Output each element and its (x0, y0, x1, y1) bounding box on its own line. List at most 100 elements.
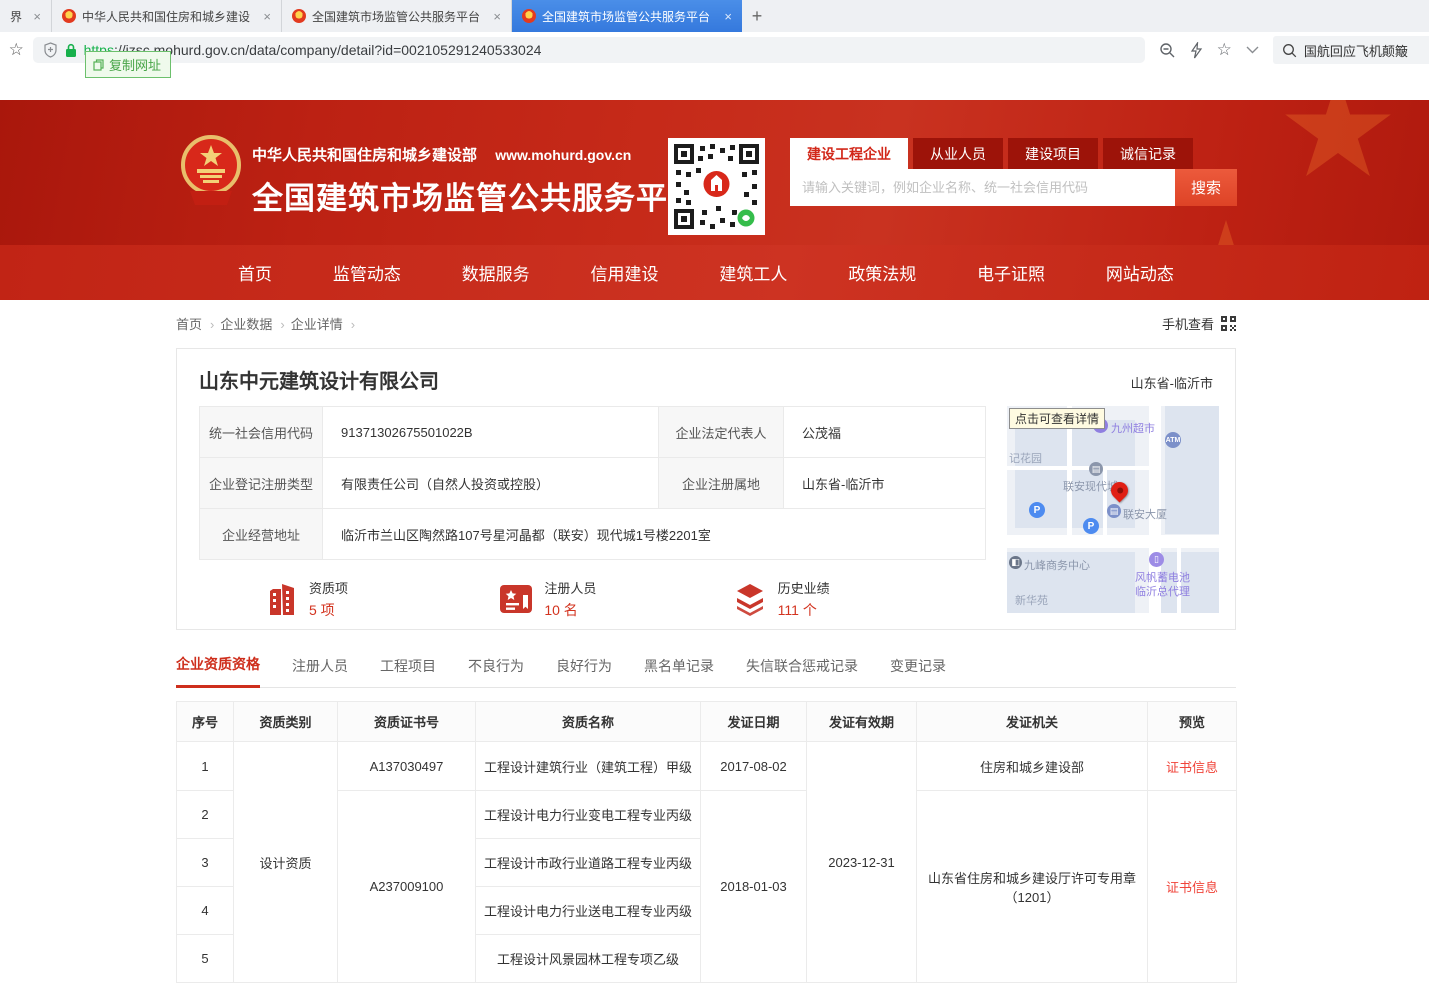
col-name: 资质名称 (476, 702, 701, 742)
banner-star-decoration (1283, 100, 1393, 186)
breadcrumb-enterprise-data[interactable]: 企业数据 (220, 314, 284, 333)
map-label-lianan-tower: 联安大厦 (1123, 506, 1167, 522)
nav-item-workers[interactable]: 建筑工人 (719, 260, 787, 285)
url-bar-actions: ☆ (1145, 40, 1273, 60)
nav-item-credit[interactable]: 信用建设 (591, 260, 659, 285)
company-summary-card: 山东中元建筑设计有限公司 山东省-临沂市 统一社会信用代码 9137130267… (176, 348, 1236, 630)
qr-code-icon (1221, 316, 1236, 331)
search-category-tabs: 建设工程企业 从业人员 建设项目 诚信记录 (790, 138, 1237, 169)
tab-good-behavior[interactable]: 良好行为 (556, 656, 612, 687)
search-tab-project[interactable]: 建设项目 (1008, 138, 1098, 169)
certificate-info-link[interactable]: 证书信息 (1166, 880, 1218, 895)
battery-poi-icon: ▯ (1149, 552, 1164, 567)
parking-icon: P (1083, 518, 1099, 534)
bookmark-star-icon[interactable]: ☆ (0, 40, 33, 60)
browser-url-bar: ☆ https://jzsc.mohurd.gov.cn/data/compan… (0, 32, 1429, 68)
authority-line-2: （1201） (923, 887, 1141, 906)
tab-close-icon[interactable]: × (493, 9, 501, 24)
company-region: 山东省-临沂市 (1131, 373, 1213, 392)
flash-extension-icon[interactable] (1190, 42, 1203, 59)
stat-registered-personnel[interactable]: 注册人员10 名 (498, 578, 731, 620)
valid-until-cell: 2023-12-31 (807, 742, 917, 983)
nav-item-news[interactable]: 网站动态 (1106, 260, 1174, 285)
stat-value: 111 个 (778, 600, 830, 620)
qual-name-cell: 工程设计建筑行业（建筑工程）甲级 (476, 742, 701, 791)
stat-label: 历史业绩 (778, 578, 830, 597)
cert-no-cell: A137030497 (338, 742, 476, 791)
col-authority: 发证机关 (917, 702, 1148, 742)
search-tab-credit[interactable]: 诚信记录 (1103, 138, 1193, 169)
tab-title: 界 (10, 8, 27, 25)
ministry-name: 中华人民共和国住房和城乡建设部 (252, 147, 477, 164)
tab-qualifications[interactable]: 企业资质资格 (176, 654, 260, 688)
nav-item-home[interactable]: 首页 (238, 260, 272, 285)
building-icon (265, 581, 299, 617)
ministry-name-line: 中华人民共和国住房和城乡建设部 www.mohurd.gov.cn (252, 144, 700, 165)
emblem-favicon-icon (522, 9, 536, 23)
issue-date-cell: 2017-08-02 (701, 742, 807, 791)
keyword-search-input[interactable] (790, 169, 1175, 206)
browser-tab-jzsc-1[interactable]: 全国建筑市场监管公共服务平台 × (282, 0, 512, 32)
browser-tab-jzsc-active[interactable]: 全国建筑市场监管公共服务平台 × (512, 0, 742, 32)
col-issue-date: 发证日期 (701, 702, 807, 742)
new-tab-button[interactable]: + (742, 0, 772, 32)
nav-item-license[interactable]: 电子证照 (977, 260, 1045, 285)
search-tab-enterprise[interactable]: 建设工程企业 (790, 138, 908, 169)
col-preview: 预览 (1148, 702, 1237, 742)
hot-search-text: 国航回应飞机颠簸 (1304, 41, 1408, 60)
site-info-shield-icon[interactable] (43, 42, 58, 58)
tls-lock-icon[interactable] (65, 43, 77, 58)
legal-rep-value: 公茂福 (784, 407, 986, 458)
breadcrumb-home[interactable]: 首页 (176, 314, 214, 333)
location-map[interactable]: 点击可查看详情 ⌂ 九州超市 ATM 记花园 ▤ 联安现代城 ▤ 联安大厦 P … (1007, 406, 1219, 613)
tab-dishonesty[interactable]: 失信联合惩戒记录 (746, 656, 858, 687)
nav-item-data-service[interactable]: 数据服务 (462, 260, 530, 285)
seq-cell: 4 (177, 887, 234, 935)
copy-tooltip-text: 复制网址 (109, 55, 161, 74)
stat-qualifications[interactable]: 资质项5 项 (265, 578, 498, 620)
qual-name-cell: 工程设计电力行业送电工程专业丙级 (476, 887, 701, 935)
tab-registered-personnel[interactable]: 注册人员 (292, 656, 348, 687)
category-cell: 设计资质 (234, 742, 338, 983)
stat-track-record[interactable]: 历史业绩 111 个 (732, 578, 965, 620)
tab-close-icon[interactable]: × (33, 9, 41, 24)
qual-name-cell: 工程设计电力行业变电工程专业丙级 (476, 791, 701, 839)
table-header-row: 序号 资质类别 资质证书号 资质名称 发证日期 发证有效期 发证机关 预览 (177, 702, 1237, 742)
map-label-xinhua: 新华苑 (1015, 592, 1048, 608)
hot-search-box[interactable]: 国航回应飞机颠簸 (1273, 36, 1429, 64)
tab-close-icon[interactable]: × (263, 9, 271, 24)
url-rest: ://jzsc.mohurd.gov.cn/data/company/detai… (114, 42, 541, 58)
map-label-jiufeng: 九峰商务中心 (1024, 557, 1090, 573)
url-field[interactable]: https://jzsc.mohurd.gov.cn/data/company/… (33, 37, 1145, 63)
issue-date-cell: 2018-01-03 (701, 791, 807, 983)
copy-url-tooltip: 复制网址 (85, 51, 171, 78)
browser-tab-partial[interactable]: 界 × (0, 0, 52, 32)
map-tooltip: 点击可查看详情 (1009, 408, 1105, 429)
favorite-star-icon[interactable]: ☆ (1217, 40, 1232, 60)
atm-poi-icon: ATM (1165, 432, 1181, 448)
zoom-out-icon[interactable] (1159, 42, 1176, 59)
mobile-view-link[interactable]: 手机查看 (1162, 314, 1236, 333)
credit-code-value: 91371302675501022B (323, 407, 659, 458)
map-road (1007, 535, 1219, 548)
browser-tab-mohurd[interactable]: 中华人民共和国住房和城乡建设 × (52, 0, 282, 32)
site-qr-code (668, 138, 765, 235)
tab-blacklist[interactable]: 黑名单记录 (644, 656, 714, 687)
tab-projects[interactable]: 工程项目 (380, 656, 436, 687)
chevron-down-icon[interactable] (1246, 46, 1259, 54)
primary-navbar: 首页 监管动态 数据服务 信用建设 建筑工人 政策法规 电子证照 网站动态 (0, 245, 1429, 300)
tab-change-records[interactable]: 变更记录 (890, 656, 946, 687)
credit-code-label: 统一社会信用代码 (200, 407, 323, 458)
nav-item-policy[interactable]: 政策法规 (848, 260, 916, 285)
certificate-info-link[interactable]: 证书信息 (1166, 760, 1218, 775)
tab-close-icon[interactable]: × (724, 9, 732, 24)
emblem-favicon-icon (62, 9, 76, 23)
search-button[interactable]: 搜索 (1175, 169, 1237, 206)
nav-item-supervision[interactable]: 监管动态 (333, 260, 401, 285)
tab-bad-behavior[interactable]: 不良行为 (468, 656, 524, 687)
search-tab-personnel[interactable]: 从业人员 (913, 138, 1003, 169)
map-label-supermarket: 九州超市 (1111, 420, 1155, 436)
reg-type-value: 有限责任公司（自然人投资或控股） (323, 458, 659, 509)
seq-cell: 1 (177, 742, 234, 791)
stat-value: 5 项 (309, 600, 348, 620)
